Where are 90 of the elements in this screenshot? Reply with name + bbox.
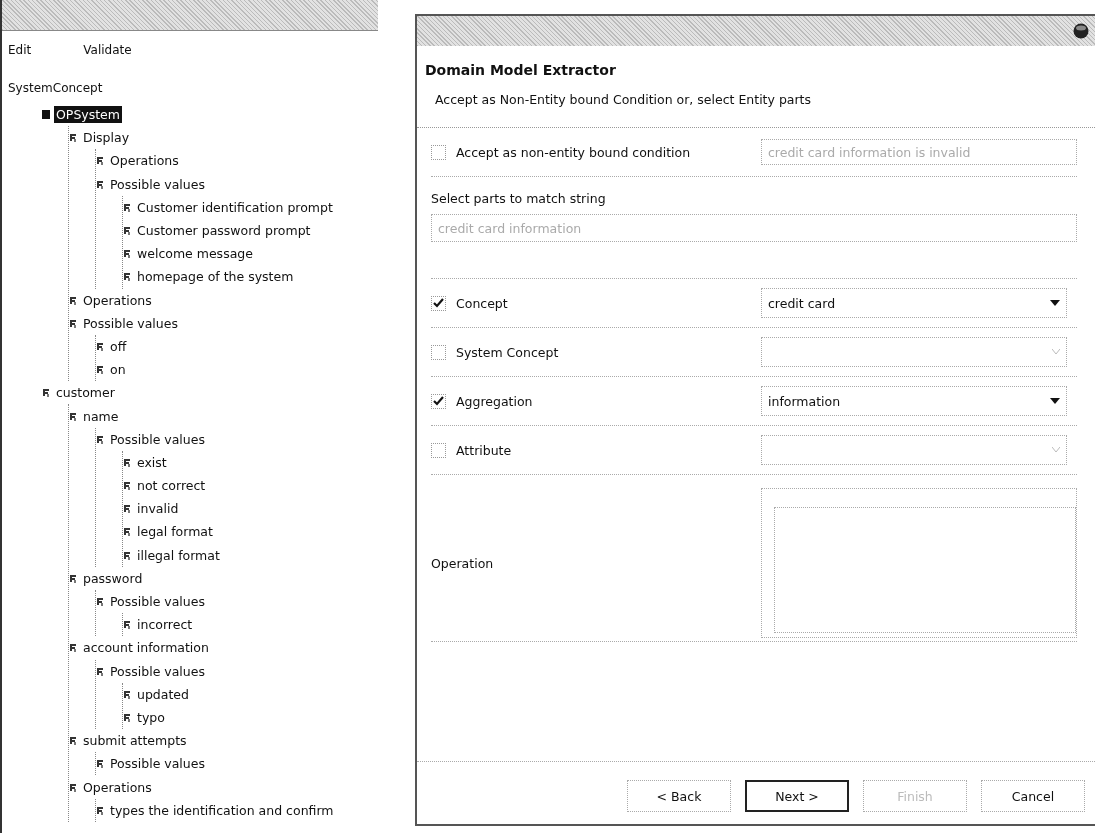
checkbox-label: System Concept: [456, 344, 559, 360]
tree-item[interactable]: incorrect: [135, 616, 195, 634]
tree-item[interactable]: submit attempts: [81, 732, 189, 750]
node-icon: [123, 272, 131, 282]
node-icon: [69, 736, 77, 746]
tree-item[interactable]: invalid: [135, 500, 181, 518]
tree-item[interactable]: password: [81, 569, 145, 587]
node-icon: [42, 110, 50, 120]
checkbox-label: Accept as non-entity bound condition: [456, 144, 691, 160]
tree-item[interactable]: Possible values: [81, 314, 180, 332]
section-label: Select parts to match string: [431, 191, 607, 206]
node-icon: [96, 365, 104, 375]
node-icon: [69, 133, 77, 143]
close-icon[interactable]: [1073, 23, 1089, 39]
wizard-button[interactable]: Cancel: [981, 780, 1085, 812]
tree-item[interactable]: Possible values: [108, 593, 207, 611]
tree-item[interactable]: Customer identification prompt: [135, 198, 335, 216]
tree-item[interactable]: Operations: [108, 152, 181, 170]
tree-item[interactable]: not correct: [135, 477, 208, 495]
tree-item[interactable]: Possible values: [108, 430, 207, 448]
node-icon: [96, 759, 104, 769]
tree-item[interactable]: updated: [135, 685, 191, 703]
tree-item[interactable]: Operations: [81, 291, 154, 309]
node-icon: [96, 179, 104, 189]
tree-item[interactable]: customer: [54, 384, 117, 402]
tree-item[interactable]: legal format: [135, 523, 215, 541]
tree-item[interactable]: name: [81, 407, 121, 425]
node-icon: [69, 295, 77, 305]
tree-item[interactable]: welcome message: [135, 245, 255, 263]
dropdown[interactable]: [761, 435, 1067, 465]
dropdown[interactable]: [761, 337, 1067, 367]
node-icon: [96, 341, 104, 351]
node-icon: [96, 805, 104, 815]
tree-item[interactable]: OPSystem: [54, 106, 122, 124]
node-icon: [69, 411, 77, 421]
node-icon: [123, 504, 131, 514]
tree-item[interactable]: off: [108, 337, 129, 355]
node-icon: [123, 202, 131, 212]
tree-item[interactable]: on: [108, 361, 128, 379]
tree-item[interactable]: illegal format: [135, 546, 222, 564]
wizard-button[interactable]: < Back: [627, 780, 731, 812]
caret-icon: [1050, 398, 1060, 404]
node-icon: [123, 481, 131, 491]
dialog-description: Accept as Non-Entity bound Condition or, select Entity parts: [435, 92, 813, 107]
node-icon: [123, 527, 131, 537]
checkbox[interactable]: [431, 442, 446, 458]
tree-item[interactable]: types the identification and confirm: [108, 801, 336, 819]
tree-item[interactable]: Possible values: [108, 175, 207, 193]
tree-item[interactable]: Customer password prompt: [135, 222, 313, 240]
node-icon: [123, 689, 131, 699]
tree-item[interactable]: account information: [81, 639, 211, 657]
dropdown[interactable]: credit card: [761, 288, 1067, 318]
node-icon: [96, 597, 104, 607]
menu-item[interactable]: Edit: [8, 43, 32, 57]
node-icon: [123, 457, 131, 467]
node-icon: [42, 388, 50, 398]
checkbox-label: Concept: [456, 295, 508, 311]
wizard-button[interactable]: Next >: [745, 780, 849, 812]
checkbox[interactable]: [431, 393, 446, 409]
field-label: Operation: [431, 555, 495, 571]
tree-item[interactable]: exist: [135, 453, 169, 471]
node-icon: [69, 573, 77, 583]
dropdown[interactable]: information: [761, 386, 1067, 416]
node-icon: [96, 666, 104, 676]
tree-item[interactable]: homepage of the system: [135, 268, 296, 286]
menu-item[interactable]: Validate: [83, 43, 132, 57]
tree-item[interactable]: typo: [135, 708, 167, 726]
dialog-heading: Domain Model Extractor: [425, 62, 617, 78]
node-icon: [123, 712, 131, 722]
node-icon: [96, 434, 104, 444]
tree-item[interactable]: Display: [81, 129, 132, 147]
checkbox[interactable]: [431, 295, 446, 311]
node-icon: [69, 782, 77, 792]
node-icon: [123, 226, 131, 236]
caret-icon: [1050, 300, 1060, 306]
caret-icon: [1052, 349, 1060, 355]
caret-icon: [1052, 447, 1060, 453]
node-icon: [123, 550, 131, 560]
root-label: SystemConcept: [7, 80, 104, 97]
node-icon: [96, 156, 104, 166]
node-icon: [123, 620, 131, 630]
node-icon: [123, 249, 131, 259]
node-icon: [69, 643, 77, 653]
checkbox[interactable]: [431, 344, 446, 360]
checkbox-label: Aggregation: [456, 393, 533, 409]
tree-item[interactable]: Possible values: [108, 755, 207, 773]
tree-item[interactable]: Operations: [81, 778, 154, 796]
node-icon: [69, 318, 77, 328]
checkbox-label: Attribute: [456, 442, 512, 458]
tree-item[interactable]: Possible values: [108, 662, 207, 680]
